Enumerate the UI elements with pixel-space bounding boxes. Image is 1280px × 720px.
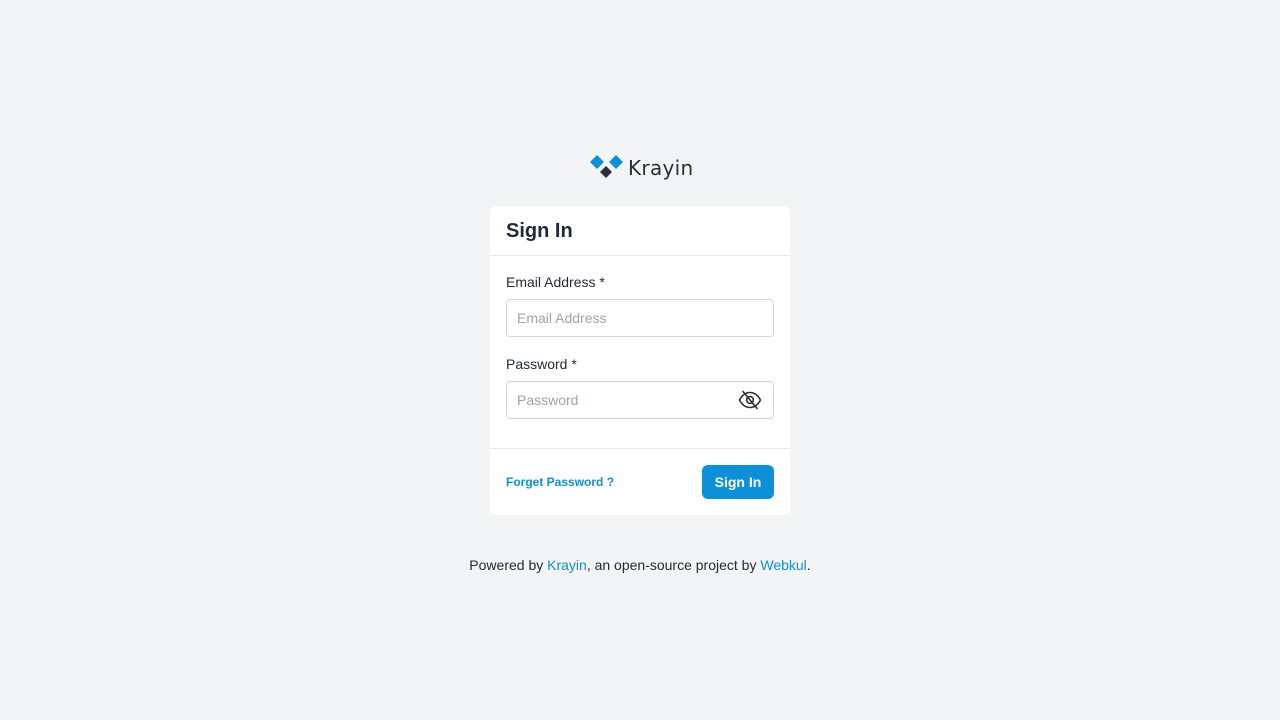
footer-suffix: .: [806, 557, 811, 573]
forgot-password-link[interactable]: Forget Password ?: [506, 475, 614, 489]
card-header: Sign In: [490, 206, 790, 256]
card-footer: Forget Password ? Sign In: [490, 449, 790, 514]
footer-middle: , an open-source project by: [586, 557, 761, 573]
footer-prefix: Powered by: [469, 557, 548, 573]
password-field-wrap: [506, 381, 774, 419]
krayin-link[interactable]: Krayin: [547, 557, 587, 573]
password-field[interactable]: [506, 381, 774, 419]
email-field[interactable]: [506, 299, 774, 337]
logo-text: Krayin: [628, 156, 694, 180]
email-label: Email Address *: [506, 274, 605, 290]
email-field-wrap: [506, 299, 774, 337]
webkul-link[interactable]: Webkul: [760, 557, 806, 573]
krayin-logo-icon: [590, 155, 623, 178]
powered-by-footer: Powered by Krayin, an open-source projec…: [0, 556, 1280, 574]
signin-card: Sign In Email Address * Password * Forge…: [490, 206, 790, 515]
password-label: Password *: [506, 356, 577, 372]
signin-form: Email Address * Password *: [490, 256, 790, 449]
krayin-logo: Krayin: [590, 154, 693, 182]
sign-in-button[interactable]: Sign In: [702, 464, 774, 499]
eye-slash-icon[interactable]: [738, 389, 762, 411]
page-title: Sign In: [506, 220, 573, 242]
